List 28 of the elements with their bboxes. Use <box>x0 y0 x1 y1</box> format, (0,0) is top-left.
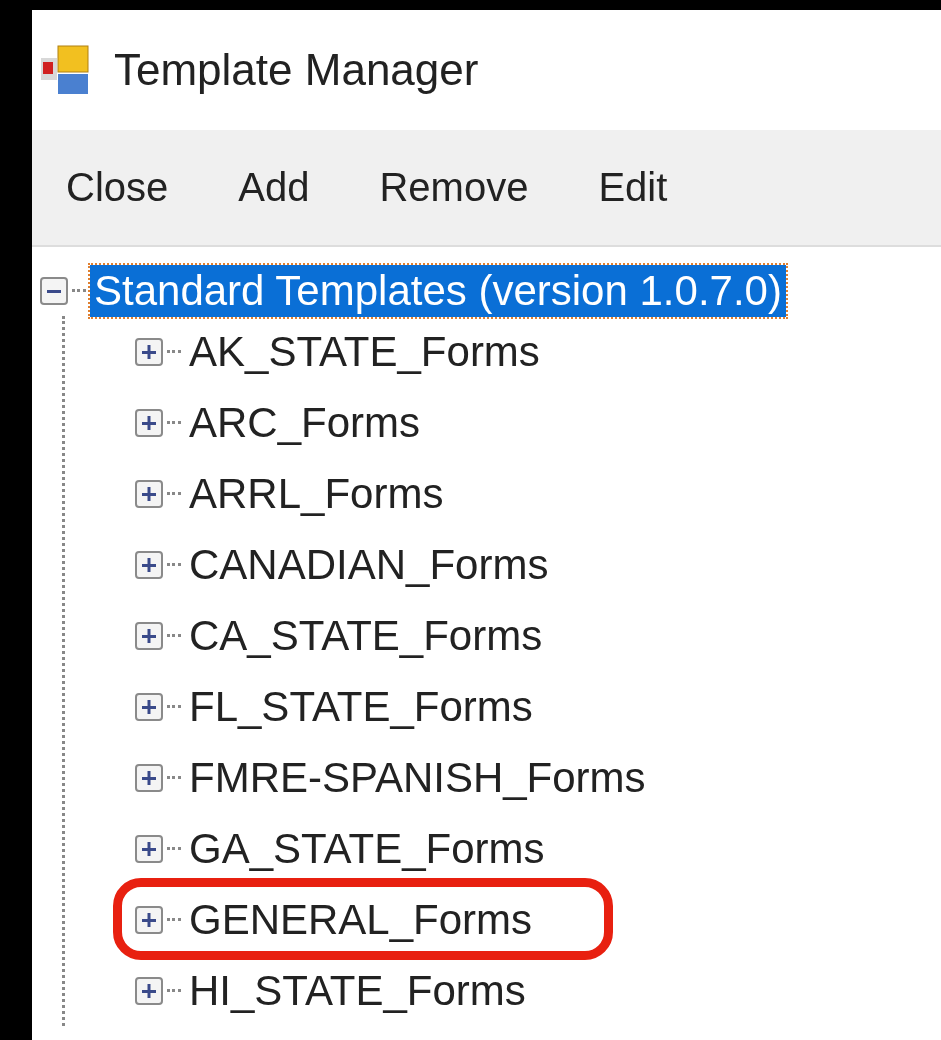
expand-icon[interactable] <box>135 479 163 508</box>
expand-icon[interactable] <box>135 621 163 650</box>
menu-item[interactable]: Close <box>66 165 169 210</box>
tree-item[interactable]: ARC_Forms <box>185 396 425 449</box>
expand-icon[interactable] <box>135 408 163 437</box>
tree-item[interactable]: CA_STATE_Forms <box>185 609 547 662</box>
expand-icon[interactable] <box>135 834 163 863</box>
window-title: Template Manager <box>114 45 479 95</box>
expand-icon[interactable] <box>135 905 163 934</box>
menu-item[interactable]: Edit <box>598 165 668 210</box>
tree-item[interactable]: FMRE-SPANISH_Forms <box>185 751 650 804</box>
expand-icon[interactable] <box>135 692 163 721</box>
tree-item[interactable]: GA_STATE_Forms <box>185 822 549 875</box>
expand-icon[interactable] <box>135 550 163 579</box>
tree-item[interactable]: Standard Templates (version 1.0.7.0) <box>90 264 786 317</box>
app-icon <box>40 44 92 96</box>
tree-item[interactable]: HI_STATE_Forms <box>185 964 530 1017</box>
tree-item[interactable]: CANADIAN_Forms <box>185 538 553 591</box>
tree-item[interactable]: AK_STATE_Forms <box>185 325 544 378</box>
menu-item[interactable]: Remove <box>379 165 529 210</box>
expand-icon[interactable] <box>135 976 163 1005</box>
collapse-icon[interactable] <box>40 276 68 305</box>
tree-item[interactable]: ARRL_Forms <box>185 467 448 520</box>
tree-item[interactable]: GENERAL_Forms <box>185 893 537 946</box>
expand-icon[interactable] <box>135 337 163 366</box>
menu-item[interactable]: Add <box>238 165 310 210</box>
expand-icon[interactable] <box>135 763 163 792</box>
tree-item[interactable]: FL_STATE_Forms <box>185 680 537 733</box>
